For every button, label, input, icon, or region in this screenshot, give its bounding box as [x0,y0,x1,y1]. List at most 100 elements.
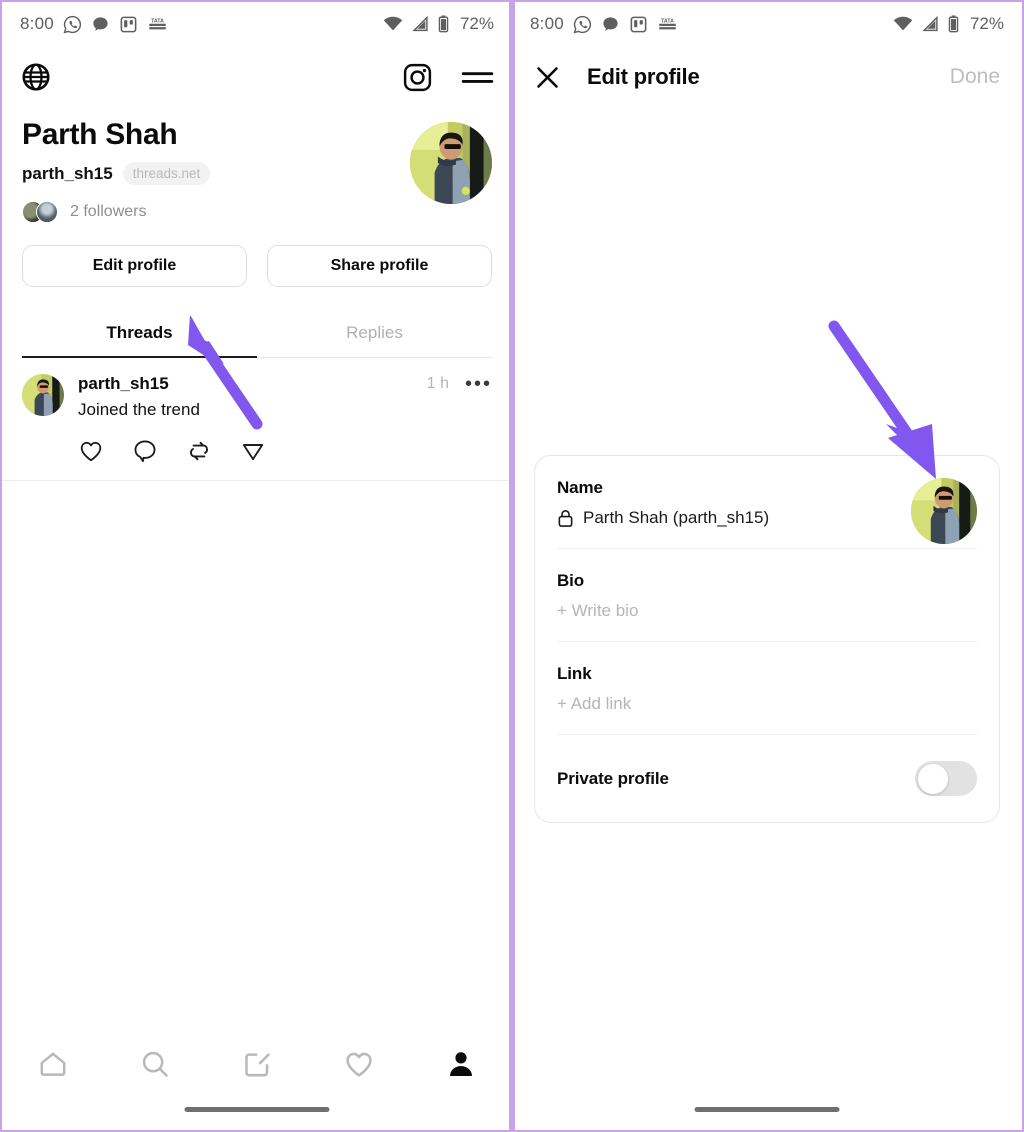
tab-active-underline [22,355,257,359]
post-meta: 1 h ••• [426,374,492,394]
threads-icon [603,16,618,31]
avatar[interactable] [410,122,492,204]
field-link-value: + Add link [557,694,632,713]
field-private-profile[interactable]: Private profile [557,735,977,822]
tata-play-icon: TATA [149,18,166,29]
dual-screenshot-container: 8:00 TATA 72% Parth Shah parth_sh15 thre… [0,0,1024,1132]
field-bio-label: Bio [557,571,585,590]
tata-play-icon: TATA [659,18,676,29]
field-name-value-row: Parth Shah (parth_sh15) [557,508,867,528]
field-link[interactable]: Link + Add link [557,642,977,735]
field-name-value: Parth Shah (parth_sh15) [583,508,770,527]
post-text: Joined the trend [78,400,200,419]
home-icon [40,1052,66,1076]
post-item[interactable]: parth_sh15 1 h ••• Joined the trend [2,358,512,481]
repost-icon[interactable] [186,438,212,464]
private-profile-toggle[interactable] [915,761,977,796]
panel-divider [509,0,515,1132]
edit-profile-header: Edit profile Done [512,46,1022,108]
edit-profile-title: Edit profile [587,64,700,89]
follower-avatars [22,201,60,223]
more-options-icon[interactable]: ••• [465,374,492,394]
toggle-knob [917,763,948,794]
right-phone-screen: 8:00 TATA 72% Edit profile Done Name Par… [512,0,1024,1132]
heart-icon [346,1052,372,1077]
page-title: Parth Shah [22,118,178,151]
search-icon [142,1051,168,1077]
trello-icon [120,16,137,32]
status-bar: 8:00 TATA 72% [2,2,512,46]
left-phone-screen: 8:00 TATA 72% Parth Shah parth_sh15 thre… [0,0,512,1132]
home-indicator-right [694,1107,840,1112]
post-body: parth_sh15 1 h ••• Joined the trend [78,374,492,464]
svg-text:TATA: TATA [151,18,164,24]
field-bio-value: + Write bio [557,601,639,620]
profile-username: parth_sh15 [22,163,113,183]
handle-row: parth_sh15 threads.net [22,162,211,185]
battery-percent: 72% [459,14,494,33]
field-name[interactable]: Name Parth Shah (parth_sh15) [557,456,977,549]
close-x-icon[interactable] [534,64,561,91]
whatsapp-icon [573,15,591,33]
tab-threads[interactable]: Threads [22,313,257,357]
home-indicator [184,1107,330,1112]
threads-icon [93,16,108,31]
done-button[interactable]: Done [950,65,1000,89]
share-profile-button[interactable]: Share profile [267,245,492,287]
instagram-icon[interactable] [402,62,433,93]
status-bar-right-2: 72% [893,14,1004,34]
trello-icon [630,16,647,32]
status-time-2: 8:00 [530,14,564,33]
profile-action-buttons: Edit profile Share profile [22,245,492,287]
post-header: parth_sh15 1 h ••• [78,374,492,394]
nav-compose[interactable] [241,1048,273,1085]
share-icon[interactable] [240,438,266,464]
follower-avatar-2 [36,201,58,223]
avatar-image [410,122,492,204]
tab-replies[interactable]: Replies [257,313,492,357]
private-profile-label: Private profile [557,768,669,788]
post-timestamp: 1 h [426,375,449,392]
wifi-icon [383,16,403,31]
nav-profile[interactable] [445,1048,477,1085]
battery-icon [438,15,449,33]
edit-avatar-image [911,478,977,544]
status-time: 8:00 [20,14,54,33]
profile-section: Parth Shah parth_sh15 threads.net 2 foll… [2,108,512,359]
battery-percent-2: 72% [969,14,1004,33]
battery-icon [948,15,959,33]
status-bar-right: 72% [383,14,494,34]
status-bar-left-2: 8:00 TATA [530,14,678,34]
app-bar-actions [402,62,494,93]
person-icon [450,1052,472,1076]
edit-profile-button[interactable]: Edit profile [22,245,247,287]
globe-icon[interactable] [20,61,52,93]
cellular-signal-icon [922,16,938,32]
post-avatar[interactable] [22,374,64,416]
followers-count-label: 2 followers [70,203,147,220]
nav-search[interactable] [139,1048,171,1085]
bottom-navigation-bar [2,1030,512,1130]
cellular-signal-icon [412,16,428,32]
like-heart-icon[interactable] [78,438,104,464]
post-avatar-image [22,374,64,416]
field-bio[interactable]: Bio + Write bio [557,549,977,642]
post-actions [78,438,492,464]
nav-home[interactable] [37,1048,69,1085]
post-username[interactable]: parth_sh15 [78,374,169,394]
whatsapp-icon [63,15,81,33]
app-bar [2,46,512,108]
comment-icon[interactable] [132,438,158,464]
nav-activity[interactable] [343,1048,375,1085]
profile-tabs: Threads Replies [22,313,492,359]
compose-icon [245,1053,270,1077]
edit-profile-card: Name Parth Shah (parth_sh15) Bio + Write… [534,455,1000,823]
lock-icon [558,509,573,527]
hamburger-menu-icon[interactable] [461,66,494,88]
followers-row[interactable]: 2 followers [22,201,210,223]
wifi-icon [893,16,913,31]
svg-text:TATA: TATA [661,18,674,24]
status-bar-right-screen: 8:00 TATA 72% [512,2,1022,46]
edit-profile-avatar[interactable] [911,478,977,544]
status-badge[interactable]: threads.net [122,162,211,185]
